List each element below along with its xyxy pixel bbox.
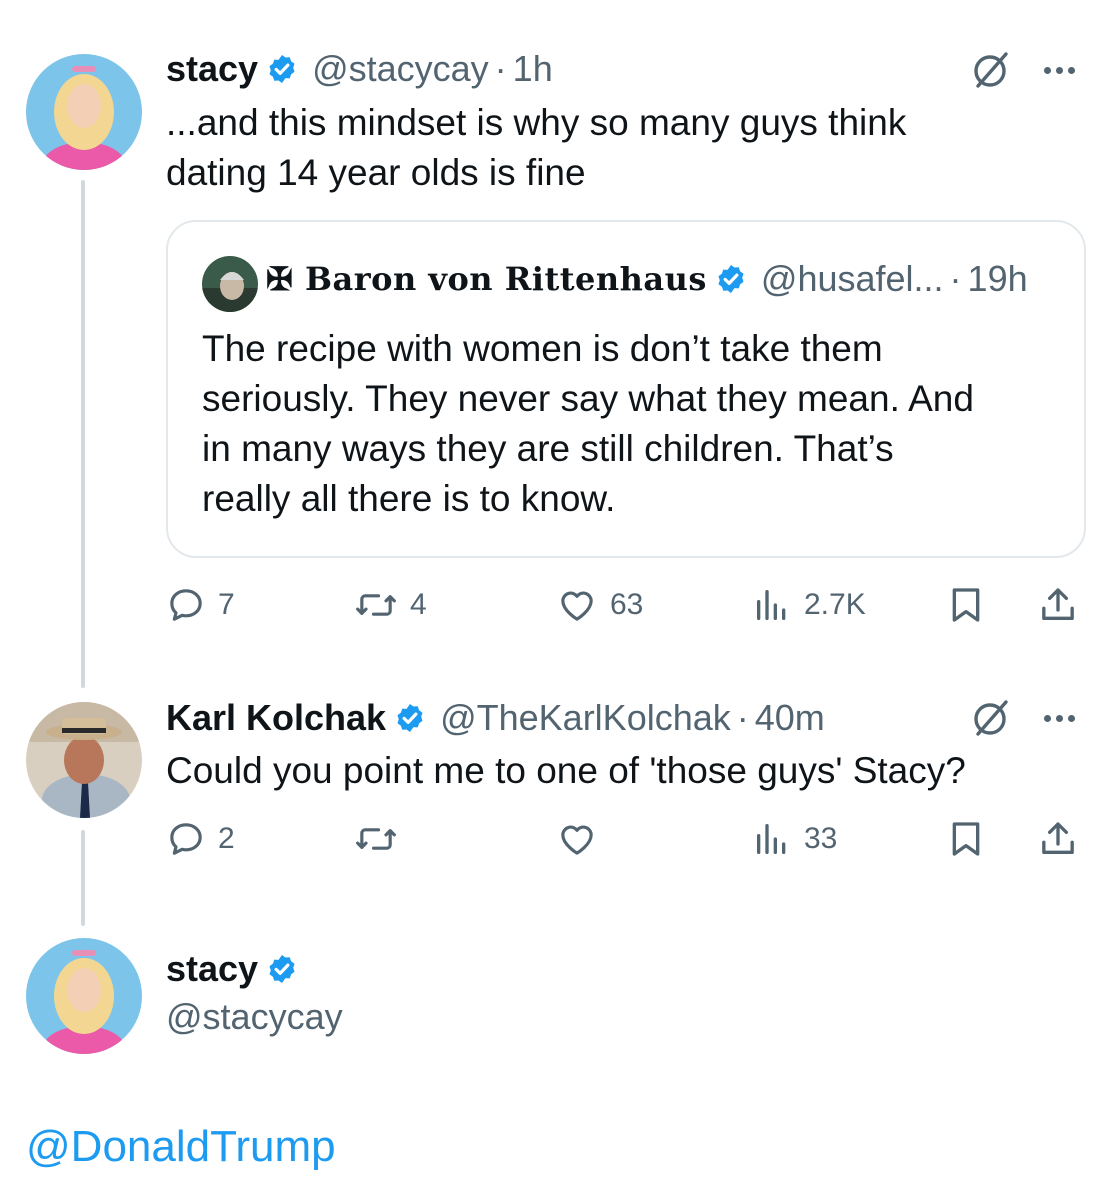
reply-icon [170, 589, 202, 621]
repost-button[interactable]: 4 [354, 580, 427, 630]
views-count: 33 [804, 822, 838, 855]
more-icon[interactable] [1044, 715, 1075, 722]
like-icon [561, 591, 593, 621]
tweet2-actions: 2 33 [166, 814, 1086, 864]
grok-icon[interactable] [970, 698, 1010, 738]
thread-line-1 [81, 180, 85, 688]
views-button[interactable]: 2.7K [752, 580, 866, 630]
bookmark-icon [952, 822, 980, 856]
avatar-karl[interactable] [26, 702, 142, 818]
quote-display-name: ✠ Baron von Rittenhaus [266, 260, 707, 298]
quote-text-line: The recipe with women is don’t take them [202, 328, 883, 369]
quote-handle: @husafel... [760, 258, 944, 299]
user-handle[interactable]: @stacycay [312, 48, 489, 90]
share-button[interactable] [1038, 814, 1078, 864]
quoted-tweet-card[interactable]: ✠ Baron von Rittenhaus @husafel... · 19h… [166, 220, 1086, 558]
tweet2-header: Karl Kolchak @TheKarlKolchak · 40m [166, 697, 825, 739]
views-count: 2.7K [804, 588, 866, 621]
verified-badge-icon [394, 702, 426, 734]
views-icon [757, 824, 786, 854]
repost-icon [356, 828, 396, 850]
avatar-stacy[interactable] [26, 938, 142, 1054]
separator-dot: · [494, 48, 507, 89]
share-icon [1042, 588, 1074, 620]
mention-link[interactable]: @DonaldTrump [26, 1122, 336, 1172]
repost-button[interactable] [354, 814, 410, 864]
user-handle[interactable]: @stacycay [166, 996, 343, 1038]
views-button[interactable]: 33 [752, 814, 837, 864]
views-icon [757, 590, 786, 620]
tweet1-actions: 7 4 63 2.7K [166, 580, 1086, 630]
reply-icon [170, 823, 202, 855]
display-name[interactable]: stacy [166, 48, 258, 90]
like-icon [561, 825, 593, 855]
repost-icon [356, 594, 396, 616]
timestamp[interactable]: 40m [755, 697, 825, 739]
repost-count: 4 [410, 588, 427, 621]
tweet-text-line: dating 14 year olds is fine [166, 152, 586, 193]
reply-count: 7 [218, 588, 235, 621]
quote-text-line: seriously. They never say what they mean… [202, 378, 974, 419]
bookmark-icon [952, 588, 980, 622]
quote-text-line: really all there is to know. [202, 478, 616, 519]
like-count: 63 [610, 588, 644, 621]
separator-dot: · [949, 258, 962, 299]
quote-text: The recipe with women is don’t take them… [202, 324, 1072, 524]
separator-dot: · [736, 697, 749, 738]
quote-header: ✠ Baron von Rittenhaus @husafel... · 19h [266, 258, 1028, 300]
tweet1-header: stacy @stacycay · 1h [166, 48, 553, 90]
reply-button[interactable]: 2 [166, 814, 235, 864]
grok-icon[interactable] [970, 50, 1010, 90]
bookmark-button[interactable] [946, 580, 986, 630]
thread-line-2 [81, 830, 85, 926]
reply-button[interactable]: 7 [166, 580, 235, 630]
avatar-stacy[interactable] [26, 54, 142, 170]
user-handle[interactable]: @TheKarlKolchak [440, 697, 731, 739]
display-name[interactable]: stacy [166, 948, 258, 990]
tweet3-header: stacy [166, 948, 312, 990]
quote-avatar [202, 256, 258, 312]
share-button[interactable] [1038, 580, 1078, 630]
tweet-text-line: ...and this mindset is why so many guys … [166, 102, 907, 143]
like-button[interactable] [556, 814, 610, 864]
reply-count: 2 [218, 822, 235, 855]
timestamp[interactable]: 1h [513, 48, 553, 90]
verified-badge-icon [266, 53, 298, 85]
like-button[interactable]: 63 [556, 580, 643, 630]
quote-text-line: in many ways they are still children. Th… [202, 428, 894, 469]
more-icon[interactable] [1044, 67, 1075, 74]
share-icon [1042, 822, 1074, 854]
quote-timestamp: 19h [967, 258, 1028, 299]
tweet-text: Could you point me to one of 'those guys… [166, 750, 966, 791]
display-name[interactable]: Karl Kolchak [166, 697, 386, 739]
bookmark-button[interactable] [946, 814, 986, 864]
verified-badge-icon [715, 263, 747, 295]
verified-badge-icon [266, 953, 298, 985]
